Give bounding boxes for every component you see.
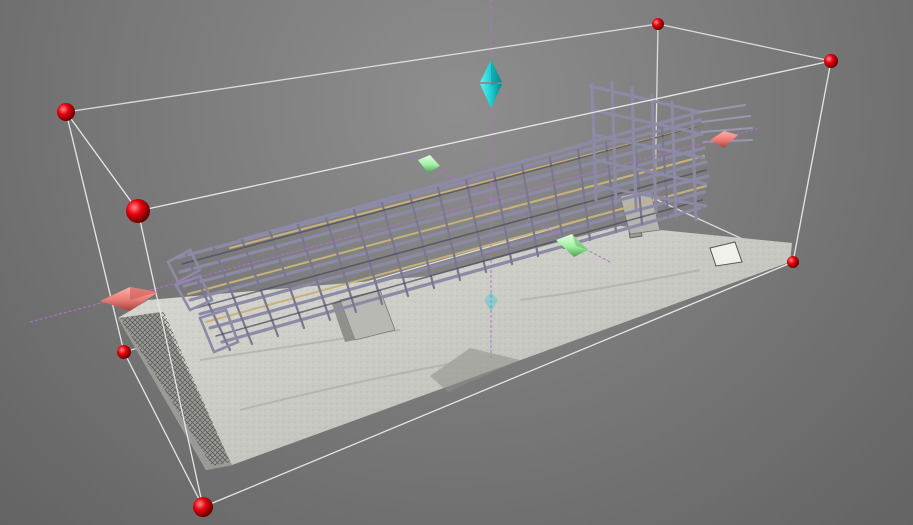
handle-top-left[interactable] bbox=[57, 103, 75, 121]
handle-bottom-right[interactable] bbox=[787, 256, 799, 268]
3d-viewport[interactable] bbox=[0, 0, 913, 525]
depth-move-arrow-back[interactable] bbox=[418, 155, 440, 173]
handle-top-back[interactable] bbox=[652, 18, 664, 30]
right-move-arrow[interactable] bbox=[710, 131, 738, 148]
vertical-move-arrow[interactable] bbox=[480, 60, 502, 108]
handle-bottom-left[interactable] bbox=[117, 345, 131, 359]
handle-bottom-front[interactable] bbox=[193, 497, 213, 517]
scene-canvas[interactable] bbox=[0, 0, 913, 525]
handle-top-right[interactable] bbox=[824, 54, 838, 68]
handle-top-front-left[interactable] bbox=[126, 199, 150, 223]
